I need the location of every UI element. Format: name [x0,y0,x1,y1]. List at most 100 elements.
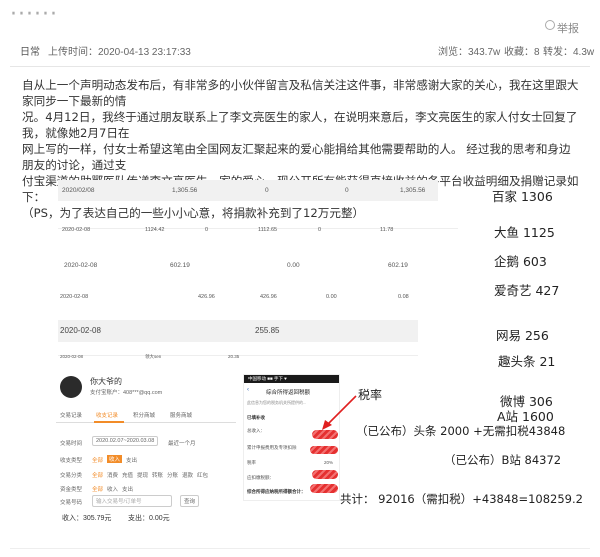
income-date: 2020-02-08 [64,262,98,269]
date-label: 交易时间 [60,441,83,447]
income-value: 20.35 [228,354,240,359]
income-total: 收入：305.79元 [62,515,112,522]
income-value: 0 [205,227,209,233]
username: 你大爷的 [90,377,122,386]
income-date: 2020-02-08 [60,326,101,335]
article-line: 自从上一个声明动态发布后，有非常多的小伙伴留言及私信关注这件事，非常感谢大家的关… [22,78,579,108]
fund-type-label: 资金类型 [60,487,83,493]
platform-label: 大鱼 1125 [494,225,555,240]
account-subline: 支付宝账户：408***@qq.com [90,390,163,396]
tab-points[interactable]: 积分商城 [133,411,155,419]
payment-screenshot: 你大爷的 支付宝账户：408***@qq.com 交易记录 收支记录 积分商城 … [56,372,236,532]
view-count: 浏览：343.7w [438,47,501,58]
income-value: 11.78 [380,227,394,233]
income-row [58,180,438,201]
bottom-divider [10,548,590,549]
back-icon[interactable]: ‹ [247,387,249,393]
tab-transactions[interactable]: 交易记录 [60,411,82,419]
tax-row-label: 累计申报费用及专项扣除 [247,445,297,450]
type-option[interactable]: 全部 [92,456,103,464]
income-value: 0.08 [398,294,409,300]
tax-row-label: 应扣缴税额： [247,475,274,480]
income-value: 255.85 [255,326,280,335]
fund-option[interactable]: 收入 [107,485,118,493]
category-option[interactable]: 红包 [197,471,208,479]
category-option[interactable]: 转账 [152,471,163,479]
report-icon[interactable] [545,20,555,30]
platform-label: 企鹅 603 [494,254,547,269]
report-button[interactable]: 举报 [557,20,579,36]
income-value: 1,305.56 [172,187,198,194]
active-tab-indicator [94,421,124,423]
tx-number-input[interactable]: 输入交易号/订单号 [92,495,172,507]
article-line: 网上写的一样，付女士希望这笔由全国网友汇聚起来的爱心能捐给其他需要帮助的人。 经… [22,142,571,172]
fund-option[interactable]: 全部 [92,485,103,493]
platform-label: （已公布）B站 84372 [444,453,562,467]
income-value: 426.96 [198,294,215,300]
tax-footer: 综合所得应纳税所得额合计： [247,489,306,494]
income-value: 0.00 [326,294,337,300]
type-option[interactable]: 收入 [107,455,123,463]
redaction-mark [310,484,338,493]
income-value: 1124.42 [145,227,165,233]
top-bar: ······ 举报 [0,0,600,36]
income-value: 426.96 [260,294,277,300]
date-range-input[interactable]: 2020.02.07~2020.03.08 [92,436,159,446]
platform-label: （已公布）头条 2000 +无需扣税43848 [356,424,566,438]
income-value: 0 [345,187,349,194]
income-date: 2020/02/08 [62,187,95,194]
fund-option[interactable]: 支出 [122,485,133,493]
tab-income-expense[interactable]: 收支记录 [96,411,118,419]
tax-rate-value: 20% [324,460,334,465]
category-option[interactable]: 分账 [167,471,178,479]
dots-decoration: ······ [10,2,58,27]
redaction-mark [312,470,338,479]
favorite-count: 收藏：8 [504,47,540,58]
tax-row-label: 税率 [247,460,256,465]
income-value: 领大sen [145,354,162,359]
platform-label: 百家 1306 [492,189,553,204]
category-option[interactable]: 退款 [182,471,193,479]
tax-rate-annotation: 税率 [358,388,383,402]
type-label: 收支类型 [60,458,83,464]
income-date: 2020-02-08 [60,354,84,359]
type-option[interactable]: 支出 [126,456,137,464]
date-preset[interactable]: 最近一个月 [168,439,196,447]
income-date: 2020-02-08 [62,227,91,233]
income-row [58,320,418,342]
total-annotation: 共计： 92016（需扣税）+43848=108259.2 [340,492,583,506]
phone-status: 中国移动 ■■ 手下 ♥ [248,376,287,381]
divider [10,66,590,67]
income-value: 1112.65 [258,227,278,233]
platform-label: 爱奇艺 427 [494,283,560,298]
income-date: 2020-02-08 [60,294,89,300]
tax-section: 已填补收 [247,415,265,420]
income-value: 602.19 [170,262,190,269]
article-line: （PS，为了表达自己的一些小小心意，将捐款补充到了12万元整） [22,206,365,220]
platform-label: 网易 256 [496,328,549,343]
tab-services[interactable]: 服务商城 [170,411,192,419]
income-value: 1,305.56 [400,187,426,194]
search-button[interactable]: 查询 [180,495,200,507]
tab-divider [56,422,236,423]
income-value: 0 [265,187,269,194]
tax-page-title: 综合所得返回税额 [266,390,311,396]
upload-time: 上传时间：2020-04-13 23:17:33 [48,47,191,58]
tax-row-label: 总收入： [247,428,265,433]
income-value: 0.00 [287,262,300,269]
tx-number-label: 交易号码 [60,500,83,506]
category-option[interactable]: 提现 [137,471,148,479]
category-option[interactable]: 全部 [92,471,103,479]
category-label: 交易分类 [60,473,83,479]
expense-total: 支出：0.00元 [128,515,170,522]
redaction-mark [310,446,338,454]
income-value: 0 [318,227,322,233]
category-label[interactable]: 日常 [20,43,40,58]
avatar [60,376,82,398]
category-option[interactable]: 充值 [122,471,133,479]
category-option[interactable]: 消费 [107,471,118,479]
share-count: 转发：4.3w [543,47,595,58]
income-value: 602.19 [388,262,408,269]
platform-label: 趣头条 21 [498,354,556,369]
article-line: 况。4月12日，我终于通过朋友联系上了李文亮医生的家人，在说明来意后，李文亮医生… [22,110,578,140]
